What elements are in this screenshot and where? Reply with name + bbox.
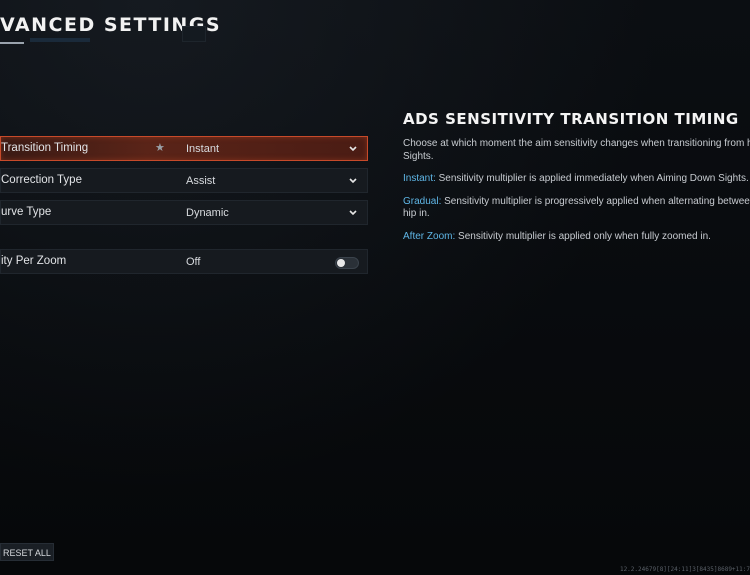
setting-label: urve Type xyxy=(1,206,52,218)
toggle-switch[interactable] xyxy=(335,257,359,269)
info-option-text: Sensitivity multiplier is applied immedi… xyxy=(435,173,749,184)
info-keyword: Instant: xyxy=(403,173,436,184)
info-option-text: Sensitivity multiplier is progressively … xyxy=(403,195,750,220)
setting-value: Dynamic xyxy=(186,207,229,219)
info-panel: ADS SENSITIVITY TRANSITION TIMING Choose… xyxy=(403,110,750,253)
reset-all-button[interactable]: RESET ALL xyxy=(0,543,54,561)
setting-label: Transition Timing xyxy=(1,142,89,154)
setting-label: ity Per Zoom xyxy=(1,255,67,267)
info-title: ADS SENSITIVITY TRANSITION TIMING xyxy=(403,110,739,128)
chevron-down-icon[interactable] xyxy=(348,143,358,153)
info-option-after-zoom: After Zoom: Sensitivity multiplier is ap… xyxy=(403,231,750,244)
title-underline xyxy=(0,42,24,44)
chevron-down-icon[interactable] xyxy=(348,175,358,185)
setting-label: Correction Type xyxy=(1,174,82,186)
setting-value: Assist xyxy=(186,175,216,187)
setting-value: Off xyxy=(186,256,201,268)
background xyxy=(0,0,750,575)
info-option-text: Sensitivity multiplier is applied only w… xyxy=(455,230,711,242)
setting-row-curve-type[interactable]: urve Type Dynamic xyxy=(0,200,368,225)
info-option-gradual: Gradual: Sensitivity multiplier is progr… xyxy=(403,196,750,221)
chevron-down-icon[interactable] xyxy=(348,207,358,217)
info-intro: Choose at which moment the aim sensitivi… xyxy=(403,138,750,162)
build-version: 12.2.24679[8][24:11]3[8435]8689+11:7 xyxy=(619,566,750,573)
info-keyword: Gradual: xyxy=(403,195,442,207)
setting-row-transition-timing[interactable]: Transition Timing ★ Instant xyxy=(0,136,368,161)
star-icon: ★ xyxy=(155,142,165,154)
title-subbar xyxy=(30,38,90,42)
info-keyword: After Zoom: xyxy=(403,230,456,242)
setting-row-correction-type[interactable]: Correction Type Assist xyxy=(0,168,368,193)
setting-row-sensitivity-per-zoom[interactable]: ity Per Zoom Off xyxy=(0,249,368,274)
info-option-instant: Instant: Sensitivity multiplier is appli… xyxy=(403,173,750,186)
title-tab-indicator xyxy=(182,26,206,42)
toggle-knob xyxy=(337,259,345,267)
setting-value: Instant xyxy=(186,143,220,155)
